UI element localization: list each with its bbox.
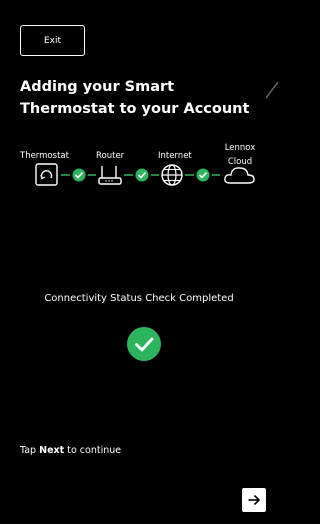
check-circle-icon: [127, 327, 161, 361]
thermostat-icon: [35, 163, 58, 186]
connection-status-1: [61, 168, 96, 182]
cloud-icon: [224, 167, 255, 184]
next-emphasis: Next: [39, 445, 65, 456]
page-title: Adding your Smart Thermostat to your Acc…: [20, 79, 250, 117]
continue-instruction: Tap Next to continue: [20, 445, 122, 456]
connectivity-status-message: Connectivity Status Check Completed: [44, 293, 234, 304]
connection-status-2: [124, 168, 159, 182]
exit-button[interactable]: Exit: [20, 25, 85, 56]
arrow-right-icon: [248, 494, 261, 506]
globe-icon: [161, 164, 183, 186]
decorative-line-icon: [265, 81, 278, 99]
router-icon: [98, 166, 122, 185]
connection-chain: [35, 163, 255, 186]
exit-button-label: Exit: [43, 35, 62, 46]
next-button[interactable]: [242, 488, 266, 512]
connection-status-3: [185, 168, 220, 182]
